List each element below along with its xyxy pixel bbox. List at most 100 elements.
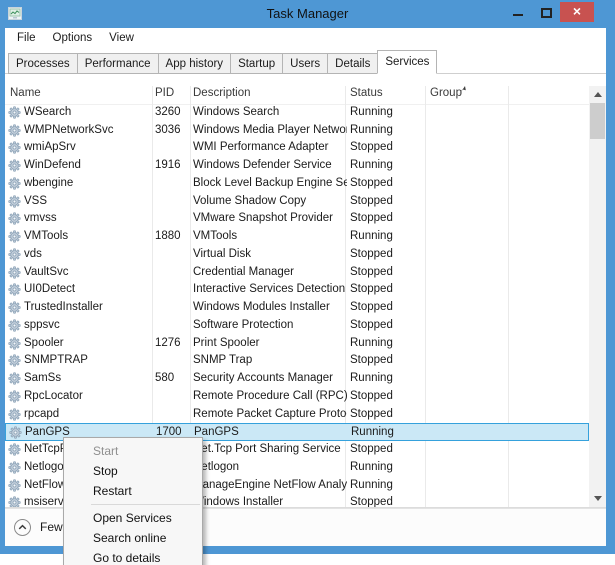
maximize-icon [541,8,552,18]
service-status: Stopped [350,317,426,335]
gear-icon [8,408,21,421]
tab-app-history[interactable]: App history [158,53,232,74]
menu-file[interactable]: File [11,30,42,46]
close-icon: × [573,3,581,19]
tab-users[interactable]: Users [282,53,328,74]
service-name: SNMPTRAP [24,352,150,370]
cursor-icon [457,84,468,99]
column-header-name[interactable]: Name [10,87,41,99]
context-menu-item-go-to-details[interactable]: Go to details [64,548,202,565]
minimize-icon [513,14,523,16]
minimize-button[interactable] [506,0,532,24]
service-name: vmvss [24,210,150,228]
table-header: NamePIDDescriptionStatusGroup [5,86,589,104]
table-row[interactable]: Spooler1276Print SpoolerRunning [5,335,589,353]
table-row[interactable]: vdsVirtual DiskStopped [5,246,589,264]
gear-icon [8,283,21,296]
gear-icon [8,266,21,279]
tab-services[interactable]: Services [377,50,437,74]
maximize-button[interactable] [534,0,560,24]
table-row[interactable]: rpcapdRemote Packet Capture Protocol...S… [5,406,589,424]
table-row[interactable]: wmiApSrvWMI Performance AdapterStopped [5,139,589,157]
service-description: Remote Packet Capture Protocol... [193,406,347,424]
service-description: Windows Media Player Network ... [193,122,347,140]
scrollbar-down-button[interactable] [589,490,606,507]
close-button[interactable]: × [560,2,594,22]
menu-view[interactable]: View [103,30,140,46]
table-row[interactable]: VMTools1880VMToolsRunning [5,228,589,246]
chevron-up-circle-icon [14,519,31,536]
table-row[interactable]: WMPNetworkSvc3036Windows Media Player Ne… [5,122,589,140]
gear-icon [8,124,21,137]
service-status: Stopped [350,299,426,317]
gear-icon [8,354,21,367]
tabstrip: ProcessesPerformanceApp historyStartupUs… [8,50,436,74]
table-row[interactable]: sppsvc Software ProtectionStopped [5,317,589,335]
service-description: Credential Manager [193,264,347,282]
service-status: Stopped [350,441,426,459]
table-row[interactable]: VSSVolume Shadow CopyStopped [5,193,589,211]
service-description: Volume Shadow Copy [193,193,347,211]
service-pid: 1276 [155,335,191,353]
service-description: Block Level Backup Engine Service [193,175,347,193]
service-name: SamSs [24,370,150,388]
tab-startup[interactable]: Startup [230,53,283,74]
scroll-down-icon [594,496,602,501]
gear-icon [8,301,21,314]
service-status: Stopped [350,281,426,299]
table-row[interactable]: UI0DetectInteractive Services DetectionS… [5,281,589,299]
context-menu-item-open-services[interactable]: Open Services [64,508,202,528]
context-menu-item-search-online[interactable]: Search online [64,528,202,548]
scrollbar-up-button[interactable] [589,86,606,103]
column-header-description[interactable]: Description [193,87,251,99]
table-row[interactable]: SNMPTRAPSNMP TrapStopped [5,352,589,370]
service-description: WMI Performance Adapter [193,139,347,157]
service-description: VMware Snapshot Provider [193,210,347,228]
column-header-pid[interactable]: PID [155,87,174,99]
service-description: PanGPS [194,424,348,440]
service-description: ManageEngine NetFlow Analyzer [193,477,347,495]
column-header-status[interactable]: Status [350,87,383,99]
table-row[interactable]: TrustedInstaller Windows Modules Installe… [5,299,589,317]
service-description: Windows Installer [193,494,347,507]
service-pid: 1916 [155,157,191,175]
menubar: File OptionsView [5,30,145,50]
context-menu-item-restart[interactable]: Restart [64,481,202,501]
service-name: TrustedInstaller [24,299,150,317]
scrollbar-thumb[interactable] [590,103,605,139]
context-menu-item-stop[interactable]: Stop [64,461,202,481]
table-row[interactable]: wbengine Block Level Backup Engine Servic… [5,175,589,193]
table-row[interactable]: SamSs580Security Accounts ManagerRunning [5,370,589,388]
tab-performance[interactable]: Performance [77,53,159,74]
service-status: Stopped [350,264,426,282]
context-menu-item-start: Start [64,441,202,461]
service-name: sppsvc [24,317,150,335]
service-name: VSS [24,193,150,211]
service-name: WSearch [24,104,150,122]
service-status: Running [350,335,426,353]
service-status: Stopped [350,210,426,228]
service-name: RpcLocator [24,388,150,406]
service-description: Print Spooler [193,335,347,353]
service-description: Windows Modules Installer [193,299,347,317]
vertical-scrollbar[interactable] [589,86,606,507]
menu-options[interactable]: Options [47,30,99,46]
table-row[interactable]: VaultSvcCredential ManagerStopped [5,264,589,282]
table-row[interactable]: WinDefend1916Windows Defender ServiceRun… [5,157,589,175]
service-name: UI0Detect [24,281,150,299]
service-description: SNMP Trap [193,352,347,370]
service-description: Windows Search [193,104,347,122]
service-description: Software Protection [193,317,347,335]
table-row[interactable]: RpcLocatorRemote Procedure Call (RPC) Lo… [5,388,589,406]
gear-icon [9,426,22,439]
gear-icon [8,443,21,456]
tab-details[interactable]: Details [327,53,378,74]
service-status: Stopped [350,388,426,406]
tab-processes[interactable]: Processes [8,53,78,74]
service-name: wbengine [24,175,150,193]
service-status: Running [350,370,426,388]
service-name: WMPNetworkSvc [24,122,150,140]
table-row[interactable]: vmvss VMware Snapshot ProviderStopped [5,210,589,228]
service-name: rpcapd [24,406,150,424]
table-row[interactable]: WSearch3260Windows SearchRunning [5,104,589,122]
